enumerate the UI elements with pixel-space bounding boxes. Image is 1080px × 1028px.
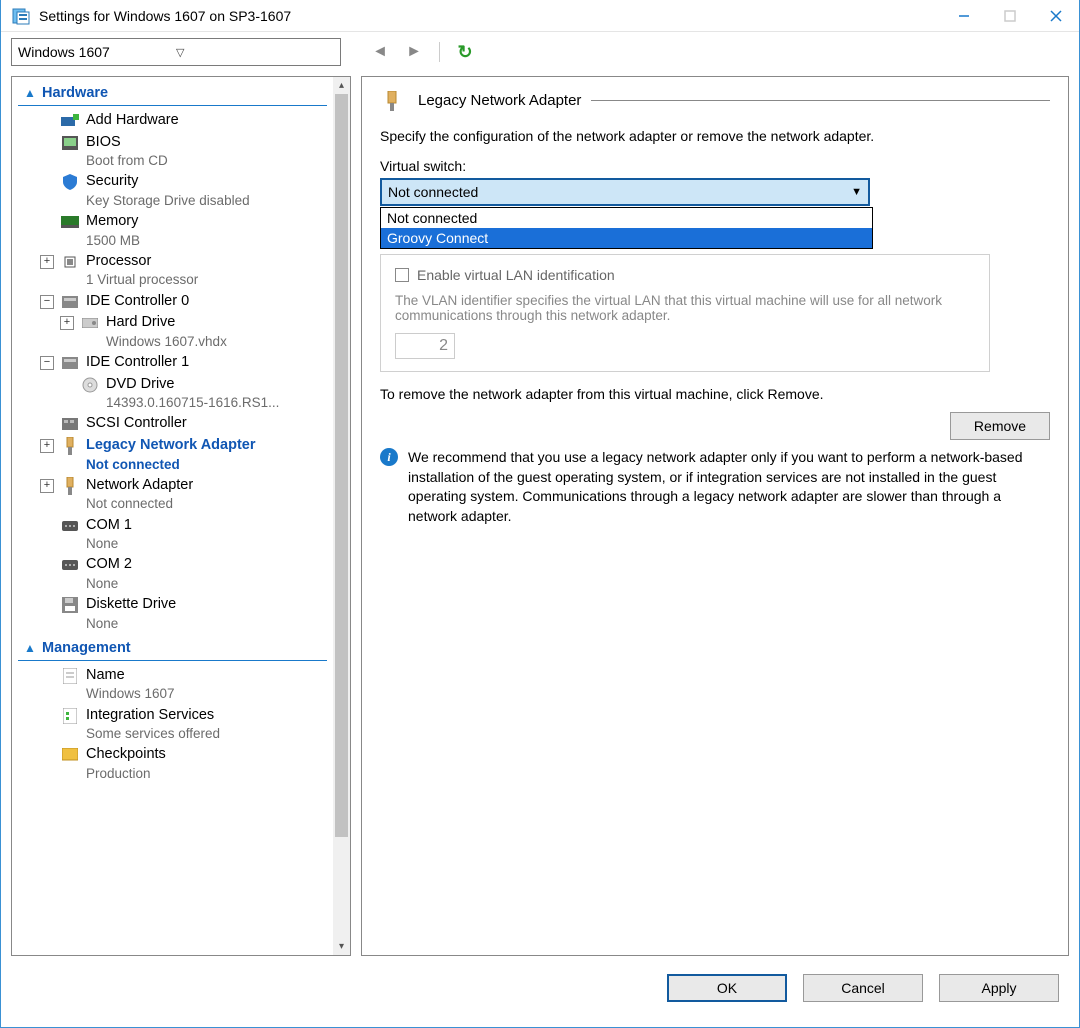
tree-ide0[interactable]: −IDE Controller 0 [12, 291, 333, 313]
network-adapter-icon [60, 477, 80, 495]
expand-icon[interactable]: + [60, 316, 74, 330]
info-panel: i We recommend that you use a legacy net… [380, 440, 1050, 526]
floppy-icon [60, 596, 80, 614]
bios-icon [60, 134, 80, 152]
apply-button[interactable]: Apply [939, 974, 1059, 1002]
vlan-checkbox-label: Enable virtual LAN identification [417, 267, 615, 283]
scrollbar-thumb[interactable] [335, 94, 348, 837]
collapse-icon[interactable]: − [40, 356, 54, 370]
info-text: We recommend that you use a legacy netwo… [408, 448, 1050, 526]
tree-dvd-drive[interactable]: DVD Drive14393.0.160715-1616.RS1... [12, 374, 333, 414]
collapse-icon: ▲ [24, 86, 36, 100]
dropdown-value: Not connected [388, 184, 478, 200]
dialog-footer: OK Cancel Apply [1, 964, 1079, 1012]
nav-back-button[interactable]: ◄ [367, 39, 393, 65]
checkpoint-icon [60, 746, 80, 764]
tree-scrollbar[interactable]: ▴ ▾ [333, 77, 350, 955]
controller-icon [60, 293, 80, 311]
expand-icon[interactable]: + [40, 439, 54, 453]
services-icon [60, 707, 80, 725]
app-icon [9, 4, 33, 28]
virtual-switch-dropdown[interactable]: Not connected ▼ Not connected Groovy Con… [380, 178, 870, 206]
category-management[interactable]: ▲Management [18, 636, 327, 661]
controller-icon [60, 354, 80, 372]
nav-forward-button[interactable]: ► [401, 39, 427, 65]
vm-selector-value: Windows 1607 [18, 44, 176, 60]
tree-processor[interactable]: +Processor1 Virtual processor [12, 251, 333, 291]
virtual-switch-label: Virtual switch: [380, 158, 1050, 174]
vlan-id-input[interactable]: 2 [395, 333, 455, 359]
settings-panel: Legacy Network Adapter Specify the confi… [361, 76, 1069, 956]
scsi-icon [60, 415, 80, 433]
panel-title: Legacy Network Adapter [418, 92, 581, 109]
tree-security[interactable]: SecurityKey Storage Drive disabled [12, 171, 333, 211]
tree-scsi[interactable]: SCSI Controller [12, 413, 333, 435]
vlan-checkbox[interactable]: Enable virtual LAN identification [395, 267, 975, 283]
scroll-down-icon[interactable]: ▾ [333, 938, 350, 955]
tree-add-hardware[interactable]: Add Hardware [12, 110, 333, 132]
info-icon: i [380, 448, 398, 466]
dvd-icon [80, 376, 100, 394]
com-port-icon [60, 517, 80, 535]
remove-text: To remove the network adapter from this … [380, 386, 1050, 402]
category-hardware[interactable]: ▲Hardware [18, 81, 327, 106]
collapse-icon: ▲ [24, 641, 36, 655]
tree-bios[interactable]: BIOSBoot from CD [12, 132, 333, 172]
close-button[interactable] [1033, 0, 1079, 32]
scroll-up-icon[interactable]: ▴ [333, 77, 350, 94]
tree-legacy-network[interactable]: +Legacy Network AdapterNot connected [12, 435, 333, 475]
chevron-down-icon: ▽ [176, 46, 334, 59]
cancel-button[interactable]: Cancel [803, 974, 923, 1002]
vlan-group: Enable virtual LAN identification The VL… [380, 254, 990, 372]
disk-icon [80, 314, 100, 332]
tree-name[interactable]: NameWindows 1607 [12, 665, 333, 705]
window-title: Settings for Windows 1607 on SP3-1607 [39, 8, 941, 24]
vlan-description: The VLAN identifier specifies the virtua… [395, 293, 975, 323]
tree-ide1[interactable]: −IDE Controller 1 [12, 352, 333, 374]
minimize-button[interactable] [941, 0, 987, 32]
tree-hard-drive[interactable]: +Hard DriveWindows 1607.vhdx [12, 312, 333, 352]
network-adapter-icon [382, 92, 402, 110]
dropdown-option[interactable]: Not connected [381, 208, 872, 228]
maximize-button[interactable] [987, 0, 1033, 32]
refresh-button[interactable]: ↻ [452, 39, 478, 65]
com-port-icon [60, 556, 80, 574]
settings-tree: ▲Hardware Add Hardware BIOSBoot from CD … [11, 76, 351, 956]
shield-icon [60, 173, 80, 191]
remove-button[interactable]: Remove [950, 412, 1050, 440]
cpu-icon [60, 253, 80, 271]
dropdown-option[interactable]: Groovy Connect [381, 228, 872, 248]
network-adapter-icon [60, 437, 80, 455]
tree-integration[interactable]: Integration ServicesSome services offere… [12, 705, 333, 745]
titlebar: Settings for Windows 1607 on SP3-1607 [1, 0, 1079, 32]
chevron-down-icon: ▼ [851, 186, 862, 198]
vm-selector-combo[interactable]: Windows 1607 ▽ [11, 38, 341, 66]
ok-button[interactable]: OK [667, 974, 787, 1002]
expand-icon[interactable]: + [40, 255, 54, 269]
name-icon [60, 667, 80, 685]
divider [591, 100, 1050, 101]
add-hardware-icon [60, 112, 80, 130]
tree-memory[interactable]: Memory1500 MB [12, 211, 333, 251]
tree-com2[interactable]: COM 2None [12, 554, 333, 594]
tree-com1[interactable]: COM 1None [12, 515, 333, 555]
toolbar: Windows 1607 ▽ ◄ ► ↻ [1, 32, 1079, 72]
collapse-icon[interactable]: − [40, 295, 54, 309]
panel-description: Specify the configuration of the network… [380, 128, 1050, 144]
tree-network-adapter[interactable]: +Network AdapterNot connected [12, 475, 333, 515]
dropdown-list: Not connected Groovy Connect [380, 207, 873, 249]
tree-diskette[interactable]: Diskette DriveNone [12, 594, 333, 634]
expand-icon[interactable]: + [40, 479, 54, 493]
checkbox-icon [395, 268, 409, 282]
memory-icon [60, 213, 80, 231]
tree-checkpoints[interactable]: CheckpointsProduction [12, 744, 333, 784]
separator [439, 42, 440, 62]
